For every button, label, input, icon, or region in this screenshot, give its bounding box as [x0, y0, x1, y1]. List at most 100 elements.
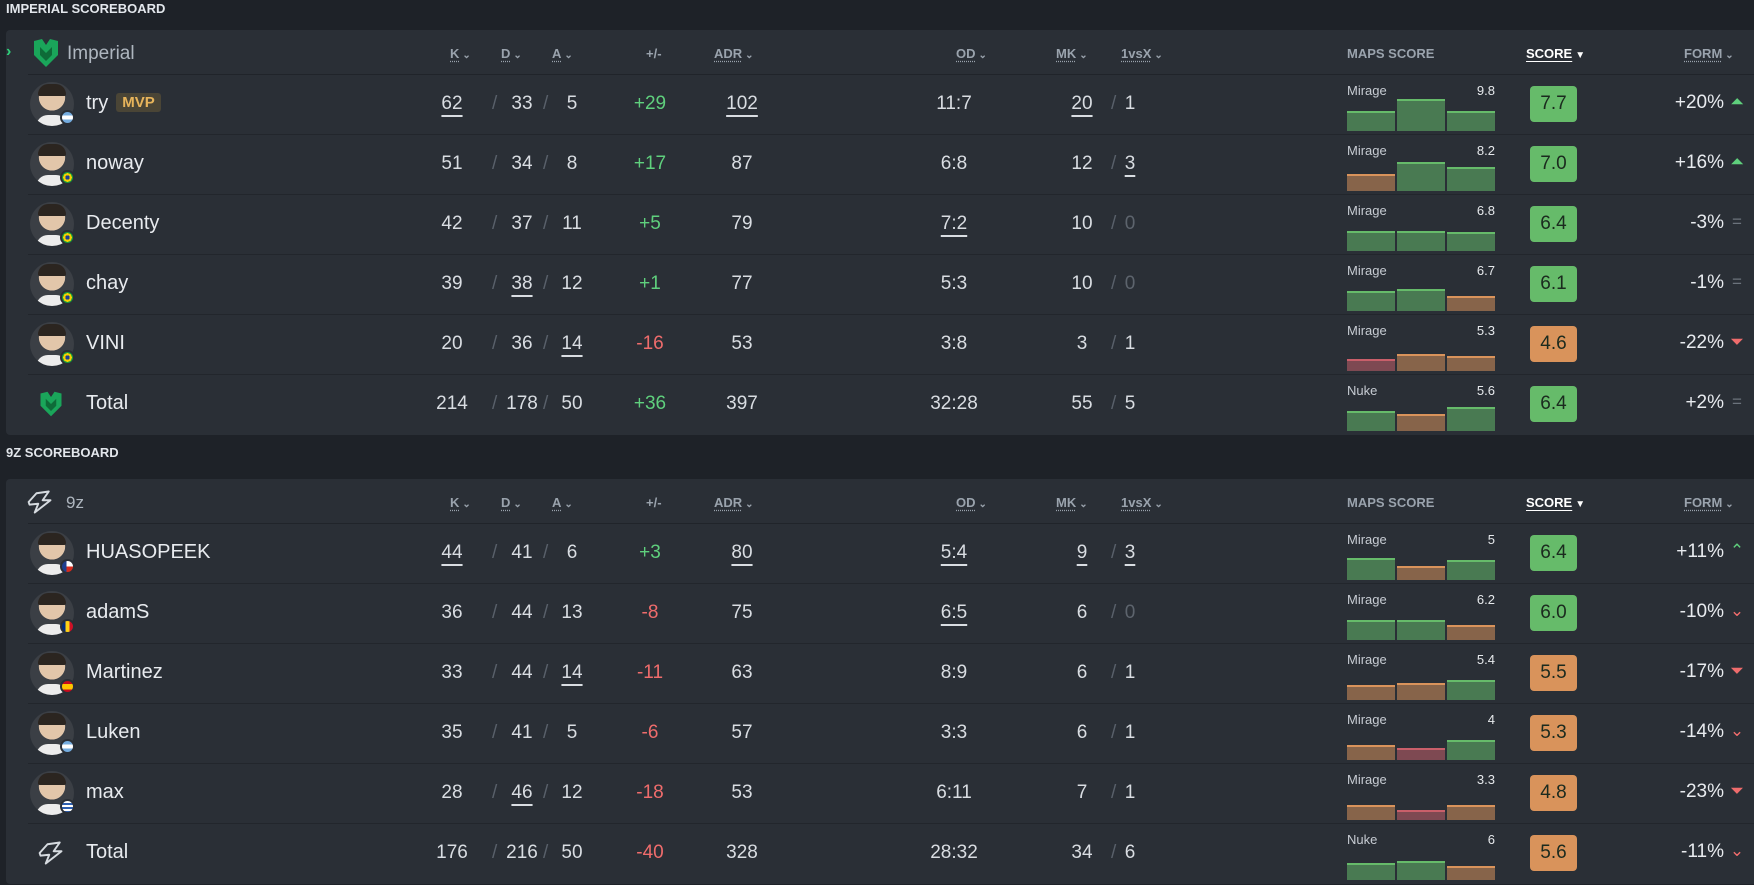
adr-column-header[interactable]: ADR ⌄: [714, 46, 754, 61]
multikills-value: 12: [1071, 153, 1093, 174]
player-row[interactable]: HUASOPEEK 44/41/6 +3 80 5:4 9/3 Mirage 5 6.4 +11%…: [6, 524, 1754, 584]
total-row[interactable]: Total 214/178/50 +36 397 32:28 55/5 Nuke 5.6 6.4…: [6, 375, 1754, 435]
map-score-cell[interactable]: Mirage 5: [1347, 530, 1495, 580]
map-score-bar: [1347, 558, 1395, 580]
deaths-value: 34: [511, 153, 533, 174]
player-row[interactable]: VINI 20/36/14 -16 53 3:8 3/1 Mirage 5.3 4.6 -22% ⏷: [6, 315, 1754, 375]
player-row[interactable]: adamS 36/44/13 -8 75 6:5 6/0 Mirage 6.2 6.0 -10% ⌄: [6, 584, 1754, 644]
total-row[interactable]: Total 176/216/50 -40 328 28:32 34/6 Nuke 6 5.6 -1…: [6, 824, 1754, 884]
opening-duels-column-header[interactable]: OD ⌄: [956, 495, 987, 510]
form-percent: -22%: [1679, 332, 1724, 353]
country-flag-icon: [60, 619, 75, 634]
player-name[interactable]: HUASOPEEK: [86, 541, 210, 564]
form-column-header[interactable]: FORM ⌄: [1684, 46, 1734, 61]
assists-column-header[interactable]: A ⌄: [552, 495, 573, 510]
imperial-logo-icon: [30, 37, 62, 69]
form-percent: -23%: [1679, 781, 1724, 802]
player-name[interactable]: Luken: [86, 721, 141, 744]
map-score-cell[interactable]: Mirage 8.2: [1347, 141, 1495, 191]
multikills-column-header[interactable]: MK ⌄: [1056, 495, 1088, 510]
kills-column-header[interactable]: K ⌄: [450, 495, 471, 510]
player-row[interactable]: Luken 35/41/5 -6 57 3:3 6/1 Mirage 4 5.3 -14% ⌄: [6, 704, 1754, 764]
map-score-cell[interactable]: Mirage 6.8: [1347, 201, 1495, 251]
map-score-cell[interactable]: Nuke 5.6: [1347, 381, 1495, 431]
stat-separator: /: [543, 393, 549, 414]
player-name[interactable]: max: [86, 781, 124, 804]
map-score-cell[interactable]: Mirage 9.8: [1347, 81, 1495, 131]
map-score-cell[interactable]: Mirage 6.7: [1347, 261, 1495, 311]
chevron-down-icon: ⌄: [1079, 499, 1088, 510]
map-score-bar: [1347, 291, 1395, 311]
kills-value: 51: [441, 153, 463, 174]
player-row[interactable]: noway 51/34/8 +17 87 6:8 12/3 Mirage 8.2 7.0 +16%…: [6, 135, 1754, 195]
multikills-value: 10: [1071, 273, 1093, 294]
score-column-header[interactable]: SCORE ▼: [1526, 46, 1585, 61]
stat-separator: /: [492, 393, 498, 414]
map-score-bar: [1447, 560, 1495, 580]
player-row[interactable]: Martinez 33/44/14 -11 63 8:9 6/1 Mirage 5.4 5.5-…: [6, 644, 1754, 704]
multikills-value: 10: [1071, 213, 1093, 234]
map-score-cell[interactable]: Nuke 6: [1347, 830, 1495, 880]
kills-value: 20: [441, 333, 463, 354]
map-score-cell[interactable]: Mirage 3.3: [1347, 770, 1495, 820]
column-header-label: MAPS SCORE: [1347, 46, 1435, 61]
stat-separator: /: [492, 542, 498, 563]
player-row[interactable]: Decenty 42/37/11 +5 79 7:2 10/0 Mirage 6.8 6.4 -3…: [6, 195, 1754, 255]
map-score-value: 3.3: [1476, 772, 1495, 787]
player-row[interactable]: max 28/46/12 -18 53 6:11 7/1 Mirage 3.3 4.8 -23% ⏷: [6, 764, 1754, 824]
map-score-cell[interactable]: Mirage 4: [1347, 710, 1495, 760]
rating-score-badge: 7.0: [1530, 146, 1577, 182]
map-score-cell[interactable]: Mirage 5.3: [1347, 321, 1495, 371]
player-name[interactable]: chay: [86, 272, 128, 295]
deaths-value: 216: [506, 842, 538, 863]
rating-score-badge: 5.5: [1530, 655, 1577, 691]
deaths-column-header[interactable]: D ⌄: [501, 495, 522, 510]
score-column-header[interactable]: SCORE ▼: [1526, 495, 1585, 510]
assists-value: 5: [566, 93, 578, 114]
stat-separator: /: [543, 842, 549, 863]
chevron-right-icon[interactable]: ›: [6, 43, 18, 61]
clutches-column-header[interactable]: 1vsX ⌄: [1121, 495, 1163, 510]
map-score-bar: [1397, 861, 1445, 880]
clutches-column-header[interactable]: 1vsX ⌄: [1121, 46, 1163, 61]
kills-column-header[interactable]: K ⌄: [450, 46, 471, 61]
name-text: adamS: [86, 601, 150, 623]
player-name[interactable]: try MVP: [86, 92, 161, 115]
map-name: Mirage: [1347, 203, 1387, 218]
team-name[interactable]: Imperial: [67, 43, 135, 65]
form-percent: -11%: [1681, 841, 1724, 862]
equal-icon: =: [1732, 392, 1742, 411]
sort-desc-icon: ▼: [1575, 50, 1586, 61]
column-header-label: FORM: [1684, 495, 1723, 510]
opening-duels-column-header[interactable]: OD ⌄: [956, 46, 987, 61]
form-percent: -17%: [1679, 661, 1724, 682]
opening-duels-value: 3:8: [940, 333, 968, 354]
assists-value: 12: [561, 273, 583, 294]
multikills-value: 20: [1071, 93, 1093, 114]
deaths-column-header[interactable]: D ⌄: [501, 46, 522, 61]
opening-duels-value: 5:3: [940, 273, 968, 294]
assists-column-header[interactable]: A ⌄: [552, 46, 573, 61]
deaths-value: 41: [511, 542, 533, 563]
player-row[interactable]: chay 39/38/12 +1 77 5:3 10/0 Mirage 6.7 6.1 -1% =: [6, 255, 1754, 315]
form-column-header[interactable]: FORM ⌄: [1684, 495, 1734, 510]
rating-score-badge: 4.6: [1530, 326, 1577, 362]
column-header-label: FORM: [1684, 46, 1723, 61]
adr-column-header[interactable]: ADR ⌄: [714, 495, 754, 510]
team-name[interactable]: 9z: [66, 493, 84, 513]
player-name[interactable]: VINI: [86, 332, 125, 355]
player-row[interactable]: try MVP 62/33/5 +29 102 11:7 20/1 Mirage 9.8 7.7 +…: [6, 75, 1754, 135]
chevron-down-icon: ⌄: [1154, 50, 1163, 61]
player-name[interactable]: Martinez: [86, 661, 163, 684]
map-score-cell[interactable]: Mirage 6.2: [1347, 590, 1495, 640]
rating-score-badge: 7.7: [1530, 86, 1577, 122]
player-name[interactable]: adamS: [86, 601, 149, 624]
deaths-value: 33: [511, 93, 533, 114]
player-name[interactable]: Decenty: [86, 212, 159, 235]
multikills-column-header[interactable]: MK ⌄: [1056, 46, 1088, 61]
player-name[interactable]: noway: [86, 152, 144, 175]
map-score-bar: [1347, 745, 1395, 760]
map-score-bar: [1347, 685, 1395, 700]
map-score-cell[interactable]: Mirage 5.4: [1347, 650, 1495, 700]
map-score-value: 6.2: [1476, 592, 1495, 607]
